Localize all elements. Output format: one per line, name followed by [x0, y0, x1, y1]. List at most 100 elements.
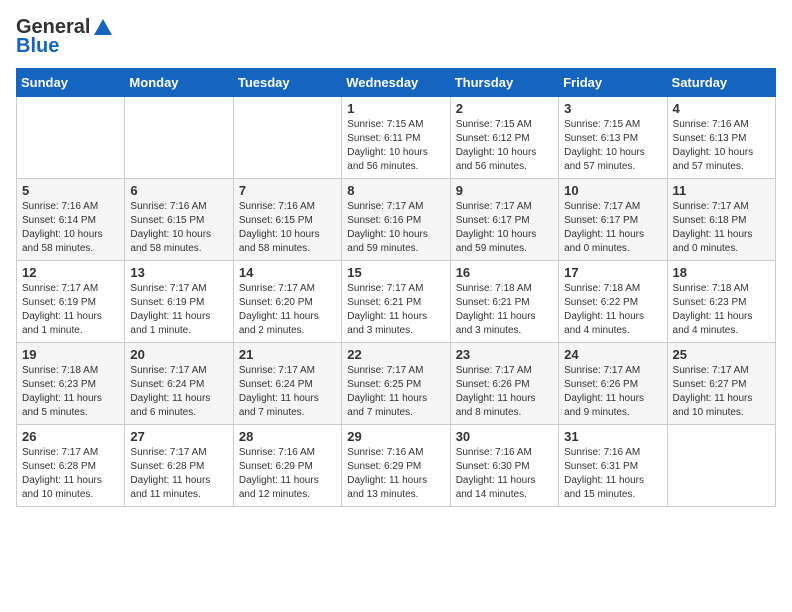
day-info: Sunrise: 7:16 AM Sunset: 6:29 PM Dayligh…	[239, 446, 336, 502]
day-info: Sunrise: 7:15 AM Sunset: 6:11 PM Dayligh…	[347, 118, 444, 174]
day-number: 19	[22, 347, 119, 362]
calendar-cell	[667, 425, 775, 507]
calendar-cell: 28 Sunrise: 7:16 AM Sunset: 6:29 PM Dayli…	[233, 425, 341, 507]
calendar-cell: 20Sunrise: 7:17 AM Sunset: 6:24 PM Dayli…	[125, 343, 233, 425]
calendar-cell: 12 Sunrise: 7:17 AM Sunset: 6:19 PM Dayli…	[17, 261, 125, 343]
day-info: Sunrise: 7:18 AM Sunset: 6:23 PM Dayligh…	[22, 364, 119, 420]
day-info: Sunrise: 7:16 AM Sunset: 6:14 PM Dayligh…	[22, 200, 119, 256]
day-number: 31	[564, 429, 661, 444]
day-number: 11	[673, 183, 770, 198]
day-number: 4	[673, 101, 770, 116]
logo-icon	[92, 17, 114, 39]
calendar-cell	[125, 97, 233, 179]
weekday-header-wednesday: Wednesday	[342, 69, 450, 97]
day-info: Sunrise: 7:18 AM Sunset: 6:22 PM Dayligh…	[564, 282, 661, 338]
day-info: Sunrise: 7:15 AM Sunset: 6:13 PM Dayligh…	[564, 118, 661, 174]
day-number: 27	[130, 429, 227, 444]
day-info: Sunrise: 7:16 AM Sunset: 6:29 PM Dayligh…	[347, 446, 444, 502]
day-number: 18	[673, 265, 770, 280]
day-info: Sunrise: 7:17 AM Sunset: 6:26 PM Dayligh…	[564, 364, 661, 420]
day-info: Sunrise: 7:17 AM Sunset: 6:19 PM Dayligh…	[22, 282, 119, 338]
calendar-cell: 31 Sunrise: 7:16 AM Sunset: 6:31 PM Dayli…	[559, 425, 667, 507]
day-number: 1	[347, 101, 444, 116]
calendar-cell: 3Sunrise: 7:15 AM Sunset: 6:13 PM Daylig…	[559, 97, 667, 179]
calendar-cell: 22 Sunrise: 7:17 AM Sunset: 6:25 PM Dayli…	[342, 343, 450, 425]
week-row-2: 5 Sunrise: 7:16 AM Sunset: 6:14 PM Daylig…	[17, 179, 776, 261]
day-number: 6	[130, 183, 227, 198]
calendar-cell: 18Sunrise: 7:18 AM Sunset: 6:23 PM Dayli…	[667, 261, 775, 343]
weekday-header-tuesday: Tuesday	[233, 69, 341, 97]
calendar-cell: 13Sunrise: 7:17 AM Sunset: 6:19 PM Dayli…	[125, 261, 233, 343]
calendar-cell: 23 Sunrise: 7:17 AM Sunset: 6:26 PM Dayli…	[450, 343, 558, 425]
calendar-cell: 26Sunrise: 7:17 AM Sunset: 6:28 PM Dayli…	[17, 425, 125, 507]
logo: General Blue	[16, 16, 114, 58]
day-info: Sunrise: 7:18 AM Sunset: 6:21 PM Dayligh…	[456, 282, 553, 338]
calendar-cell: 30Sunrise: 7:16 AM Sunset: 6:30 PM Dayli…	[450, 425, 558, 507]
day-number: 23	[456, 347, 553, 362]
calendar-cell: 8 Sunrise: 7:17 AM Sunset: 6:16 PM Daylig…	[342, 179, 450, 261]
day-info: Sunrise: 7:17 AM Sunset: 6:28 PM Dayligh…	[22, 446, 119, 502]
day-info: Sunrise: 7:17 AM Sunset: 6:27 PM Dayligh…	[673, 364, 770, 420]
day-info: Sunrise: 7:17 AM Sunset: 6:17 PM Dayligh…	[564, 200, 661, 256]
day-number: 24	[564, 347, 661, 362]
calendar-cell: 4 Sunrise: 7:16 AM Sunset: 6:13 PM Daylig…	[667, 97, 775, 179]
calendar-cell: 16 Sunrise: 7:18 AM Sunset: 6:21 PM Dayli…	[450, 261, 558, 343]
day-number: 20	[130, 347, 227, 362]
calendar-cell	[233, 97, 341, 179]
day-number: 29	[347, 429, 444, 444]
calendar-cell: 19 Sunrise: 7:18 AM Sunset: 6:23 PM Dayli…	[17, 343, 125, 425]
week-row-1: 1 Sunrise: 7:15 AM Sunset: 6:11 PM Daylig…	[17, 97, 776, 179]
day-number: 13	[130, 265, 227, 280]
calendar-cell: 29 Sunrise: 7:16 AM Sunset: 6:29 PM Dayli…	[342, 425, 450, 507]
day-number: 14	[239, 265, 336, 280]
calendar-cell: 2Sunrise: 7:15 AM Sunset: 6:12 PM Daylig…	[450, 97, 558, 179]
day-info: Sunrise: 7:17 AM Sunset: 6:20 PM Dayligh…	[239, 282, 336, 338]
weekday-header-saturday: Saturday	[667, 69, 775, 97]
calendar-cell: 6 Sunrise: 7:16 AM Sunset: 6:15 PM Daylig…	[125, 179, 233, 261]
calendar-cell: 5 Sunrise: 7:16 AM Sunset: 6:14 PM Daylig…	[17, 179, 125, 261]
logo-blue: Blue	[16, 35, 59, 58]
day-info: Sunrise: 7:17 AM Sunset: 6:18 PM Dayligh…	[673, 200, 770, 256]
calendar-cell: 17 Sunrise: 7:18 AM Sunset: 6:22 PM Dayli…	[559, 261, 667, 343]
weekday-header-monday: Monday	[125, 69, 233, 97]
calendar-cell: 10Sunrise: 7:17 AM Sunset: 6:17 PM Dayli…	[559, 179, 667, 261]
calendar-table: SundayMondayTuesdayWednesdayThursdayFrid…	[16, 68, 776, 507]
weekday-header-row: SundayMondayTuesdayWednesdayThursdayFrid…	[17, 69, 776, 97]
calendar-cell: 27 Sunrise: 7:17 AM Sunset: 6:28 PM Dayli…	[125, 425, 233, 507]
calendar-cell: 14 Sunrise: 7:17 AM Sunset: 6:20 PM Dayli…	[233, 261, 341, 343]
day-number: 22	[347, 347, 444, 362]
day-number: 17	[564, 265, 661, 280]
calendar-cell: 11 Sunrise: 7:17 AM Sunset: 6:18 PM Dayli…	[667, 179, 775, 261]
day-info: Sunrise: 7:17 AM Sunset: 6:25 PM Dayligh…	[347, 364, 444, 420]
weekday-header-sunday: Sunday	[17, 69, 125, 97]
day-info: Sunrise: 7:17 AM Sunset: 6:16 PM Dayligh…	[347, 200, 444, 256]
day-info: Sunrise: 7:17 AM Sunset: 6:28 PM Dayligh…	[130, 446, 227, 502]
day-info: Sunrise: 7:16 AM Sunset: 6:15 PM Dayligh…	[239, 200, 336, 256]
day-info: Sunrise: 7:17 AM Sunset: 6:17 PM Dayligh…	[456, 200, 553, 256]
calendar-cell: 9 Sunrise: 7:17 AM Sunset: 6:17 PM Daylig…	[450, 179, 558, 261]
weekday-header-thursday: Thursday	[450, 69, 558, 97]
week-row-3: 12 Sunrise: 7:17 AM Sunset: 6:19 PM Dayli…	[17, 261, 776, 343]
day-number: 5	[22, 183, 119, 198]
day-number: 16	[456, 265, 553, 280]
day-number: 7	[239, 183, 336, 198]
day-number: 28	[239, 429, 336, 444]
day-number: 12	[22, 265, 119, 280]
day-info: Sunrise: 7:16 AM Sunset: 6:31 PM Dayligh…	[564, 446, 661, 502]
day-info: Sunrise: 7:17 AM Sunset: 6:24 PM Dayligh…	[239, 364, 336, 420]
day-info: Sunrise: 7:16 AM Sunset: 6:13 PM Dayligh…	[673, 118, 770, 174]
day-number: 21	[239, 347, 336, 362]
calendar-cell: 24 Sunrise: 7:17 AM Sunset: 6:26 PM Dayli…	[559, 343, 667, 425]
page-header: General Blue	[16, 16, 776, 58]
day-number: 9	[456, 183, 553, 198]
day-number: 30	[456, 429, 553, 444]
day-info: Sunrise: 7:17 AM Sunset: 6:21 PM Dayligh…	[347, 282, 444, 338]
day-number: 8	[347, 183, 444, 198]
calendar-cell: 25 Sunrise: 7:17 AM Sunset: 6:27 PM Dayli…	[667, 343, 775, 425]
week-row-4: 19 Sunrise: 7:18 AM Sunset: 6:23 PM Dayli…	[17, 343, 776, 425]
day-info: Sunrise: 7:16 AM Sunset: 6:15 PM Dayligh…	[130, 200, 227, 256]
day-info: Sunrise: 7:17 AM Sunset: 6:26 PM Dayligh…	[456, 364, 553, 420]
day-number: 25	[673, 347, 770, 362]
calendar-cell: 15Sunrise: 7:17 AM Sunset: 6:21 PM Dayli…	[342, 261, 450, 343]
weekday-header-friday: Friday	[559, 69, 667, 97]
